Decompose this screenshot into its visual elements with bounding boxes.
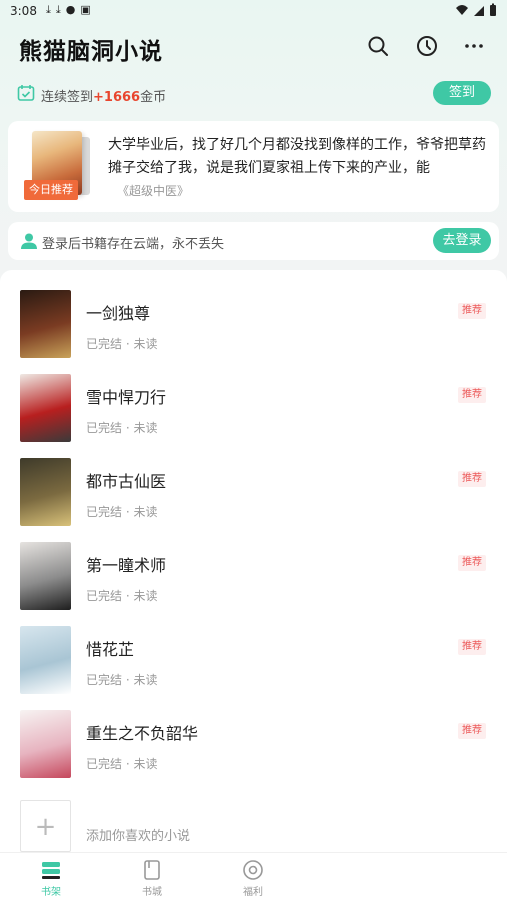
add-icon[interactable]: + xyxy=(20,800,71,852)
calendar-check-icon xyxy=(17,85,35,101)
system-icons xyxy=(455,3,497,17)
recommend-tag: 推荐 xyxy=(458,723,486,739)
nav-label: 书架 xyxy=(41,887,61,898)
book-title: 重生之不负韶华 xyxy=(86,724,199,743)
battery-icon xyxy=(490,3,496,16)
status-time: 3:08 xyxy=(10,4,37,18)
status-bar: 3:08 ⤓ ⤓ ● ▣ xyxy=(0,0,507,24)
wifi-icon xyxy=(456,5,468,15)
nav-bookshelf[interactable]: 书架 xyxy=(21,859,81,898)
book-status: 已完结 · 未读 xyxy=(86,673,158,687)
nav-book-store[interactable]: 书城 xyxy=(122,859,182,898)
book-cover[interactable] xyxy=(20,374,71,442)
book-status: 已完结 · 未读 xyxy=(86,757,158,771)
book-status: 已完结 · 未读 xyxy=(86,505,158,519)
signal-icon xyxy=(474,6,484,16)
recommend-tag: 推荐 xyxy=(458,387,486,403)
book-title: 雪中悍刀行 xyxy=(86,388,167,407)
book-item[interactable]: 第一瞳术师已完结 · 未读 推荐 xyxy=(0,542,507,626)
recommend-source: 《超级中医》 xyxy=(117,184,190,198)
book-item[interactable]: 一剑独尊已完结 · 未读 推荐 xyxy=(0,290,507,374)
book-title: 惜花芷 xyxy=(86,640,135,659)
checkin-suffix: 金币 xyxy=(140,90,167,105)
bottom-nav: 书架 书城 福利 xyxy=(0,852,507,903)
book-cover[interactable] xyxy=(20,542,71,610)
book-cover[interactable] xyxy=(20,290,71,358)
book-status: 已完结 · 未读 xyxy=(86,589,158,603)
book-title: 第一瞳术师 xyxy=(86,556,167,575)
book-status: 已完结 · 未读 xyxy=(86,421,158,435)
book-cover[interactable] xyxy=(20,626,71,694)
app-notification-icon: ▣ xyxy=(80,3,91,16)
book-status: 已完结 · 未读 xyxy=(86,337,158,351)
welfare-icon xyxy=(243,860,263,880)
nav-label: 书城 xyxy=(142,887,162,898)
user-icon xyxy=(21,233,37,249)
daily-recommend-card[interactable]: 今日推荐 大学毕业后，找了好几个月都没找到像样的工作，爷爷把草药摊子交给了我，说… xyxy=(8,121,499,212)
more-icon[interactable] xyxy=(462,34,486,58)
bookshelf-icon xyxy=(42,862,60,879)
add-book-text: 添加你喜欢的小说 xyxy=(86,829,191,844)
recommend-tag: 推荐 xyxy=(458,471,486,487)
recommend-tag: 推荐 xyxy=(458,555,486,571)
checkin-button[interactable]: 签到 xyxy=(433,81,491,105)
book-store-icon xyxy=(144,860,160,880)
book-cover[interactable] xyxy=(20,710,71,778)
book-item[interactable]: 重生之不负韶华已完结 · 未读 推荐 xyxy=(0,710,507,794)
download-icon: ⤓ xyxy=(46,3,51,16)
book-cover[interactable] xyxy=(20,458,71,526)
add-book-item[interactable]: + 添加你喜欢的小说 xyxy=(0,800,507,860)
recommend-tag: 推荐 xyxy=(458,639,486,655)
book-item[interactable]: 惜花芷已完结 · 未读 推荐 xyxy=(0,626,507,710)
recommend-badge: 今日推荐 xyxy=(24,180,78,200)
search-icon[interactable] xyxy=(366,34,390,58)
nav-welfare[interactable]: 福利 xyxy=(223,859,283,898)
login-prompt-card: 登录后书籍存在云端，永不丢失 去登录 xyxy=(8,222,499,260)
nav-label: 福利 xyxy=(243,887,263,898)
book-title: 都市古仙医 xyxy=(86,472,167,491)
notification-icons: ⤓ ⤓ ● ▣ xyxy=(46,3,91,17)
recommend-description: 大学毕业后，找了好几个月都没找到像样的工作，爷爷把草药摊子交给了我，说是我们夏家… xyxy=(108,137,486,176)
recommend-tag: 推荐 xyxy=(458,303,486,319)
app-title: 熊猫脑洞小说 xyxy=(19,39,163,65)
book-title: 一剑独尊 xyxy=(86,304,151,323)
history-icon[interactable] xyxy=(415,34,439,58)
book-item[interactable]: 雪中悍刀行已完结 · 未读 推荐 xyxy=(0,374,507,458)
book-item[interactable]: 都市古仙医已完结 · 未读 推荐 xyxy=(0,458,507,542)
login-button[interactable]: 去登录 xyxy=(433,228,491,253)
checkin-reward: +1666 xyxy=(93,90,141,105)
checkin-prefix: 连续签到 xyxy=(41,90,94,105)
alert-icon: ● xyxy=(65,3,76,16)
login-text: 登录后书籍存在云端，永不丢失 xyxy=(42,237,225,252)
download-icon: ⤓ xyxy=(55,3,61,16)
checkin-text: 连续签到+1666金币 xyxy=(41,86,166,105)
bookshelf-list: 一剑独尊 已完结 · 未读 推荐 雪中悍刀行 已完结 · 未读 推荐 都市古仙医 已完结 · … xyxy=(0,270,507,852)
checkin-row: 连续签到+1666金币 签到 xyxy=(0,80,507,110)
